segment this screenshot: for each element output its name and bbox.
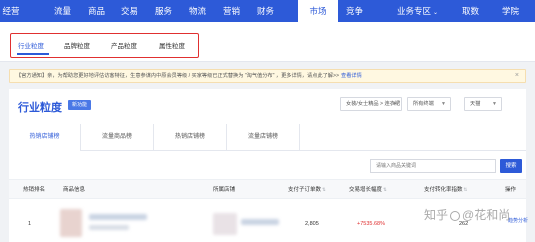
th-growth[interactable]: 交易增长幅度⇅ — [349, 185, 387, 193]
product-thumbnail[interactable] — [60, 209, 82, 237]
subnav-item-attribute[interactable]: 属性粒度 — [159, 41, 185, 53]
shop-logo[interactable] — [213, 213, 237, 235]
top-navigation-bar: 经营 流量 商品 交易 服务 物流 营销 财务 市场 竞争 业务专区 ⌄ 取数 学… — [0, 0, 535, 22]
nav-item-xueyuan[interactable]: 学院 — [502, 0, 519, 22]
th-action: 操作 — [505, 187, 517, 193]
nav-item-fuwu[interactable]: 服务 — [155, 0, 172, 22]
notice-text: 【官方通知】亲，为帮助您更好地评估访客特征，生意参谋内中原会员等级 / 买家等级… — [16, 73, 340, 79]
row-rank: 1 — [28, 221, 32, 227]
nav-item-caiwu[interactable]: 财务 — [257, 0, 274, 22]
th-orders[interactable]: 支付子订单数⇅ — [288, 185, 326, 193]
category-select[interactable]: 女装/女士精品 > 连衣裙 ▼ — [340, 97, 402, 111]
platform-select[interactable]: 天猫 ▼ — [464, 97, 502, 111]
tab-hot-shop-rank[interactable]: 热销店铺榜 — [9, 124, 81, 151]
tab-hot-store-rank[interactable]: 热销店铺榜 — [154, 124, 227, 151]
product-meta-redacted — [89, 225, 129, 230]
close-icon[interactable]: × — [515, 70, 519, 82]
search-button[interactable]: 搜索 — [500, 159, 522, 173]
chevron-down-icon: ▼ — [392, 101, 397, 107]
nav-item-jingying[interactable]: 经营 — [0, 0, 22, 22]
th-product: 商品信息 — [63, 187, 86, 193]
chevron-down-icon: ▼ — [492, 101, 497, 107]
nav-item-yingxiao[interactable]: 营销 — [223, 0, 240, 22]
th-shop: 所属店铺 — [213, 187, 236, 193]
official-notice-bar: 【官方通知】亲，为帮助您更好地评估访客特征，生意参谋内中原会员等级 / 买家等级… — [9, 69, 526, 83]
nav-item-shichang[interactable]: 市场 — [298, 0, 338, 22]
product-title-redacted[interactable] — [89, 214, 147, 220]
nav-item-wuliu[interactable]: 物流 — [189, 0, 206, 22]
th-conversion[interactable]: 支付转化率指数⇅ — [424, 185, 467, 193]
watermark-logo-icon — [450, 210, 461, 221]
sort-icon: ⇅ — [322, 187, 326, 192]
chevron-down-icon: ⌄ — [433, 10, 439, 16]
page-title: 行业粒度 — [18, 102, 62, 114]
search-input[interactable] — [370, 159, 496, 173]
subnav-item-product[interactable]: 产品粒度 — [111, 41, 137, 53]
nav-item-jiaoyi[interactable]: 交易 — [121, 0, 138, 22]
shop-name-redacted[interactable] — [241, 219, 279, 225]
chevron-down-icon: ▼ — [441, 101, 446, 107]
sort-icon: ⇅ — [383, 187, 387, 192]
nav-item-qushu[interactable]: 取数 — [462, 0, 479, 22]
notice-detail-link[interactable]: 查看详情 — [341, 73, 362, 79]
new-feature-badge: 新功能 — [68, 100, 92, 110]
terminal-select[interactable]: 所有终端 ▼ — [407, 97, 451, 111]
subnav-item-brand[interactable]: 品牌粒度 — [64, 41, 90, 53]
th-rank: 热销排名 — [23, 187, 46, 193]
tab-traffic-product-rank[interactable]: 流量商品榜 — [81, 124, 154, 151]
row-growth: +7535.68% — [357, 221, 385, 227]
subnav-active-underline — [17, 53, 49, 55]
subnav-item-industry[interactable]: 行业粒度 — [18, 41, 44, 53]
nav-item-liuliang[interactable]: 流量 — [54, 0, 71, 22]
sort-icon: ⇅ — [463, 187, 468, 192]
nav-item-jingzheng[interactable]: 竞争 — [346, 0, 363, 22]
row-orders: 2,805 — [305, 221, 319, 227]
zhihu-watermark: 知乎 @花和尚 — [424, 208, 511, 222]
nav-item-yewuzhuanqu[interactable]: 业务专区 ⌄ — [397, 0, 438, 22]
nav-item-shangpin[interactable]: 商品 — [88, 0, 105, 22]
tab-traffic-store-rank[interactable]: 流量店铺榜 — [227, 124, 300, 151]
trend-analysis-link[interactable]: 趋势分析 — [508, 217, 528, 224]
